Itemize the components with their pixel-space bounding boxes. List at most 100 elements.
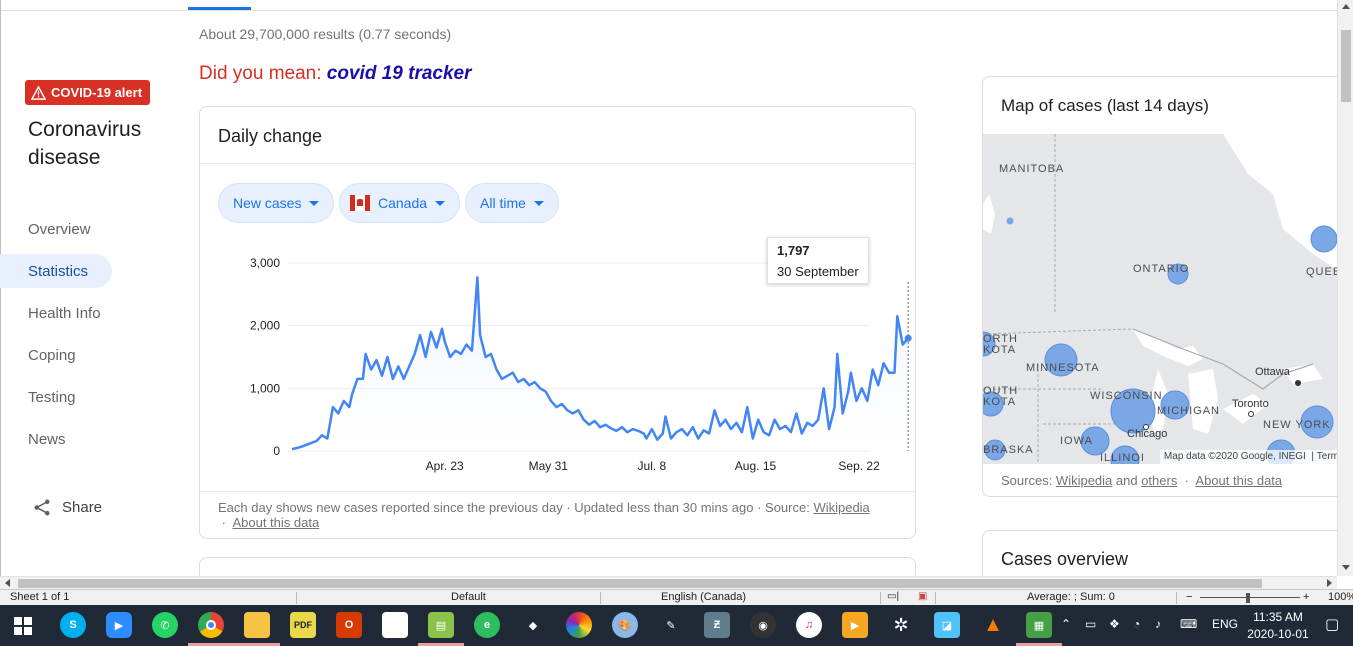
document-icon[interactable] xyxy=(382,612,408,638)
map-label: ONTARIO xyxy=(1133,263,1190,275)
spelling-suggestion-link[interactable]: covid 19 tracker xyxy=(327,63,472,84)
file-explorer-icon[interactable] xyxy=(244,612,270,638)
pdf-app-icon[interactable]: PDF xyxy=(290,612,316,638)
zoom-level[interactable]: 100% xyxy=(1328,591,1353,603)
source-link[interactable]: Wikipedia xyxy=(813,500,869,515)
calc-document-icon[interactable]: ▦ xyxy=(1026,612,1052,638)
horizontal-scrollbar[interactable] xyxy=(0,576,1337,589)
whatsapp-icon[interactable]: ✆ xyxy=(152,612,178,638)
selection-mode-icon[interactable]: ▭| xyxy=(887,591,899,602)
did-you-mean: Did you mean: covid 19 tracker xyxy=(199,63,472,85)
volume-icon[interactable]: ♪ xyxy=(1155,617,1161,631)
evernote-icon[interactable]: e xyxy=(474,612,500,638)
chevron-down-icon xyxy=(533,200,544,206)
active-tab-indicator xyxy=(188,7,251,10)
map-sources: Sources: Wikipedia and others · About th… xyxy=(1001,473,1283,488)
map-label: WISCONSIN xyxy=(1090,390,1163,402)
nav-coping[interactable]: Coping xyxy=(0,338,175,372)
color-wheel-icon[interactable] xyxy=(566,612,592,638)
tooltip-value: 1,797 xyxy=(777,243,810,258)
canada-flag-icon xyxy=(350,195,370,211)
zoom-app-icon[interactable]: ▶ xyxy=(106,612,132,638)
tooltip-date: 30 September xyxy=(777,264,859,279)
x-tick-label: Sep. 22 xyxy=(838,459,880,473)
zoom-out-icon[interactable]: − xyxy=(1186,591,1192,603)
itunes-icon[interactable]: ♫ xyxy=(796,612,822,638)
range-dropdown[interactable]: All time xyxy=(465,183,559,223)
results-count: About 29,700,000 results (0.77 seconds) xyxy=(199,26,452,42)
covid-alert-badge[interactable]: COVID-19 alert xyxy=(25,80,151,105)
divider xyxy=(200,491,915,492)
chevron-up-icon[interactable]: ⌃ xyxy=(1061,617,1071,631)
text-language: English (Canada) xyxy=(661,591,746,603)
system-clock[interactable]: 11:35 AM 2020-10-01 xyxy=(1246,609,1310,643)
scroll-thumb[interactable] xyxy=(1341,30,1351,102)
cases-overview-title: Cases overview xyxy=(1001,549,1129,569)
office-icon[interactable]: O xyxy=(336,612,362,638)
nav-testing[interactable]: Testing xyxy=(0,380,175,414)
wifi-icon[interactable]: ◔ xyxy=(1133,617,1140,631)
notifications-icon[interactable]: ▢ xyxy=(1325,615,1339,633)
region-dropdown[interactable]: Canada xyxy=(339,183,461,223)
paint-icon[interactable]: 🎨 xyxy=(612,612,638,638)
map-title: Map of cases (last 14 days) xyxy=(1001,96,1209,115)
figure-app-icon[interactable]: ✲ xyxy=(888,612,914,638)
scroll-down-icon[interactable] xyxy=(1342,565,1350,570)
gimp-icon[interactable]: ✎ xyxy=(658,612,684,638)
scroll-left-icon[interactable] xyxy=(5,579,10,587)
nav-news[interactable]: News xyxy=(0,422,175,456)
video-player-icon[interactable]: ▶ xyxy=(842,612,868,638)
map-card: Map of cases (last 14 days) MANITOBA ONT… xyxy=(982,76,1342,497)
zoom-in-icon[interactable]: + xyxy=(1303,591,1309,603)
vlc-icon[interactable]: ▲ xyxy=(980,612,1006,638)
dropbox-icon[interactable]: ❖ xyxy=(1109,617,1120,631)
share-button[interactable]: Share xyxy=(33,498,102,517)
zoom-slider[interactable] xyxy=(1200,597,1300,598)
vertical-scrollbar[interactable] xyxy=(1337,0,1353,576)
chevron-down-icon xyxy=(435,200,446,206)
battery-icon[interactable]: ▭ xyxy=(1085,617,1096,631)
spreadsheet-app-icon[interactable]: ▤ xyxy=(428,612,454,638)
nav-statistics[interactable]: Statistics xyxy=(0,254,112,288)
y-tick-label: 0 xyxy=(273,444,280,458)
document-modified-icon: ▣ xyxy=(918,591,928,602)
map-label: QUEB xyxy=(1306,266,1342,278)
screen: About 29,700,000 results (0.77 seconds) … xyxy=(0,0,1353,646)
editor-icon[interactable]: Ƶ xyxy=(704,612,730,638)
divider xyxy=(296,592,297,604)
region-value: Canada xyxy=(378,195,428,211)
windows-start-icon[interactable] xyxy=(14,617,32,635)
sheet-indicator: Sheet 1 of 1 xyxy=(10,591,70,603)
metric-dropdown[interactable]: New cases xyxy=(218,183,335,223)
language-indicator[interactable]: ENG xyxy=(1212,617,1238,631)
windows-taskbar: S ▶ ✆ PDF O ▤ e ◆ 🎨 ✎ Ƶ ◉ ♫ ▶ ✲ ◪ ▲ ▦ ⌃ … xyxy=(0,605,1353,646)
y-tick-label: 3,000 xyxy=(250,256,280,270)
horizontal-scroll-thumb[interactable] xyxy=(18,579,1262,588)
eraser-app-icon[interactable]: ◪ xyxy=(934,612,960,638)
side-nav: Overview Statistics Health Info Coping T… xyxy=(0,212,175,464)
skype-icon[interactable]: S xyxy=(60,612,86,638)
hover-point xyxy=(904,334,912,342)
zoom-slider-knob[interactable] xyxy=(1246,593,1250,603)
chevron-down-icon xyxy=(309,200,320,206)
divider xyxy=(1176,592,1177,604)
scroll-up-icon[interactable] xyxy=(1342,4,1350,9)
camera-app-icon[interactable]: ◉ xyxy=(750,612,776,638)
about-map-data-link[interactable]: About this data xyxy=(1195,473,1282,488)
nav-health-info[interactable]: Health Info xyxy=(0,296,175,330)
card-footer: Each day shows new cases reported since … xyxy=(218,500,870,530)
nav-overview[interactable]: Overview xyxy=(0,212,175,246)
inkscape-icon[interactable]: ◆ xyxy=(520,612,546,638)
map-terms-link[interactable]: Term xyxy=(1317,451,1339,462)
keyboard-icon[interactable]: ⌨ xyxy=(1180,617,1197,631)
cases-map[interactable]: MANITOBA ONTARIO QUEB ORTH KOTA MINNESOT… xyxy=(983,134,1342,464)
scroll-right-icon[interactable] xyxy=(1327,579,1332,587)
chrome-icon[interactable] xyxy=(198,612,224,638)
wikipedia-link[interactable]: Wikipedia xyxy=(1056,473,1112,488)
map-label: MINNESOTA xyxy=(1026,362,1100,374)
others-link[interactable]: others xyxy=(1141,473,1177,488)
x-tick-label: Jul. 8 xyxy=(638,459,667,473)
about-data-link[interactable]: About this data xyxy=(232,515,319,530)
range-value: All time xyxy=(480,195,526,211)
x-tick-label: Aug. 15 xyxy=(735,459,777,473)
